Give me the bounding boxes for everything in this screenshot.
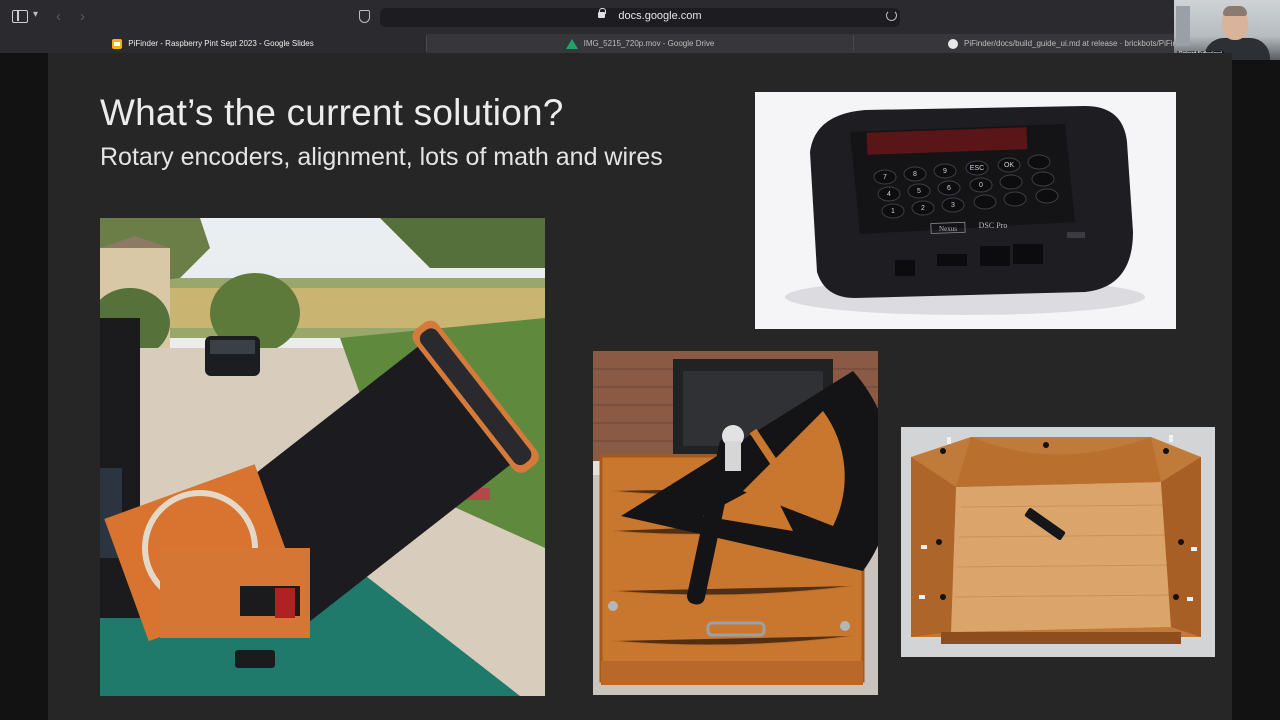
key-ok: OK [1004,162,1014,169]
rocker-box-encoder-photo [901,427,1215,657]
tab-google-slides[interactable]: PiFinder - Raspberry Pint Sept 2023 - Go… [0,34,426,53]
model-label: DSC Pro [979,221,1008,230]
key-7: 7 [883,174,887,181]
slide-subtitle: Rotary encoders, alignment, lots of math… [100,143,663,171]
key-2: 2 [921,205,925,212]
key-4: 4 [887,191,891,198]
tab-label: IMG_5215_720p.mov - Google Drive [583,39,715,48]
browser-toolbar: ▾ ‹ › docs.google.com [0,0,1280,34]
lock-icon [598,8,606,18]
brand-label: Nexus [939,225,957,233]
forward-arrow-icon[interactable]: › [80,8,85,25]
key-6: 6 [947,185,951,192]
key-8: 8 [913,171,917,178]
altitude-encoder-arc-photo [593,351,878,695]
tab-label: PiFinder - Raspberry Pint Sept 2023 - Go… [128,39,314,48]
key-3: 3 [951,202,955,209]
back-arrow-icon[interactable]: ‹ [56,8,61,25]
google-drive-icon [565,38,578,49]
key-0: 0 [979,182,983,189]
url-text: docs.google.com [618,10,702,22]
tab-label: PiFinder/docs/build_guide_ui.md at relea… [964,39,1174,48]
sidebar-toggle-icon[interactable] [12,10,28,23]
tab-google-drive[interactable]: IMG_5215_720p.mov - Google Drive [427,34,853,53]
privacy-shield-icon[interactable] [359,10,370,23]
key-5: 5 [917,188,921,195]
slide-title: What’s the current solution? [100,92,564,133]
video-call-thumbnail[interactable]: Richard Sutherland [1174,0,1280,60]
chevron-down-icon[interactable]: ▾ [33,9,38,20]
github-icon [948,38,958,49]
dobsonian-telescope-photo [100,218,545,696]
google-slides-icon [112,38,123,49]
dsc-pro-controller-photo: 7 8 9 ESC OK 4 5 6 0 1 2 3 Nexus DSC Pro [755,92,1176,329]
address-bar[interactable]: docs.google.com [380,8,900,27]
tab-github[interactable]: PiFinder/docs/build_guide_ui.md at relea… [854,34,1174,53]
reload-icon[interactable] [886,10,897,21]
key-9: 9 [943,168,947,175]
key-1: 1 [891,208,895,215]
key-esc: ESC [970,165,984,172]
